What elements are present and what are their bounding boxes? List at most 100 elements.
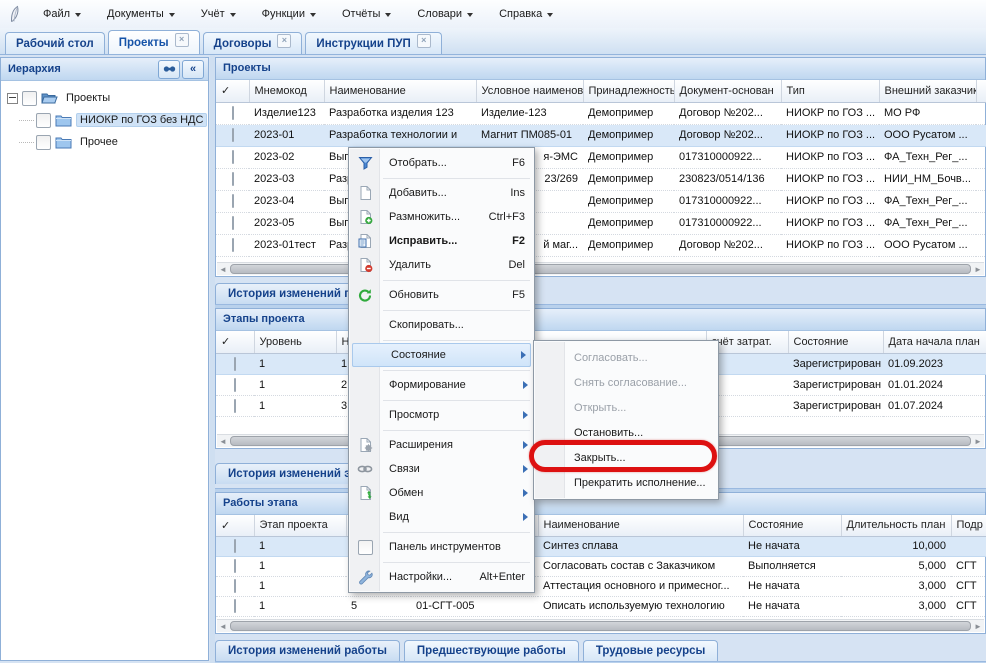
- table-cell: Не начата: [743, 596, 841, 616]
- main-tab[interactable]: Инструкции ПУП×: [305, 32, 441, 54]
- table-row[interactable]: 2023-05ВыпДемопример017310000922...НИОКР…: [216, 212, 986, 234]
- tree-checkbox[interactable]: [36, 113, 51, 128]
- select-all-header[interactable]: ✓: [216, 515, 254, 536]
- table-row[interactable]: 2023-01тестРазрй маг...ДемопримерДоговор…: [216, 234, 986, 256]
- context-menu-item[interactable]: УдалитьDel: [350, 253, 533, 277]
- menubar-item[interactable]: Файл: [30, 0, 94, 28]
- scroll-left-icon[interactable]: ◄: [217, 622, 229, 631]
- main-tab[interactable]: Договоры×: [203, 32, 303, 54]
- tree-checkbox[interactable]: [22, 91, 37, 106]
- menubar-item[interactable]: Справка: [486, 0, 566, 28]
- context-menu-item[interactable]: Состояние: [352, 343, 531, 367]
- table-row[interactable]: 11Согласовать состав с ЗаказчикомВыполня…: [216, 556, 986, 576]
- row-checkbox[interactable]: [234, 357, 236, 371]
- context-menu-item[interactable]: Скопировать...: [350, 313, 533, 337]
- row-checkbox[interactable]: [232, 150, 234, 164]
- column-header[interactable]: Дата начала план: [883, 331, 986, 353]
- column-header[interactable]: Этап проекта: [254, 515, 346, 536]
- context-menu-item[interactable]: Формирование: [350, 373, 533, 397]
- column-header[interactable]: Наименование: [538, 515, 743, 536]
- row-checkbox[interactable]: [234, 539, 236, 553]
- tree-expander-icon[interactable]: [7, 93, 18, 104]
- context-menu-item[interactable]: Связи: [350, 457, 533, 481]
- row-checkbox[interactable]: [234, 378, 236, 392]
- row-checkbox[interactable]: [234, 559, 236, 573]
- column-header[interactable]: Подр: [951, 515, 986, 536]
- column-header[interactable]: Тип: [781, 80, 879, 102]
- select-all-header[interactable]: ✓: [216, 80, 249, 102]
- tree-checkbox[interactable]: [36, 135, 51, 150]
- tree-item[interactable]: Прочее: [5, 131, 204, 153]
- scroll-thumb[interactable]: [230, 621, 971, 631]
- select-all-header[interactable]: ✓: [216, 331, 254, 353]
- main-tab[interactable]: Рабочий стол: [5, 32, 105, 54]
- menubar-item[interactable]: Отчёты: [329, 0, 404, 28]
- menubar-item[interactable]: Функции: [249, 0, 329, 28]
- tab-close-icon[interactable]: ×: [175, 33, 189, 47]
- scroll-right-icon[interactable]: ►: [972, 265, 984, 274]
- context-menu-item[interactable]: Настройки...Alt+Enter: [350, 565, 533, 589]
- table-row[interactable]: 2023-01Разработка технологии иМагнит ПМ0…: [216, 124, 986, 146]
- column-header[interactable]: Мнемокод: [249, 80, 324, 102]
- context-menu-item[interactable]: Добавить...Ins: [350, 181, 533, 205]
- column-header[interactable]: [976, 80, 986, 102]
- row-checkbox[interactable]: [234, 399, 236, 413]
- context-menu-item[interactable]: Отобрать...F6: [350, 151, 533, 175]
- table-row[interactable]: 1501-СГТ-005Описать используемую техноло…: [216, 596, 986, 616]
- context-menu-item[interactable]: Панель инструментов: [350, 535, 533, 559]
- row-checkbox[interactable]: [232, 128, 234, 142]
- menubar-item[interactable]: Словари: [404, 0, 486, 28]
- table-row[interactable]: 12Аттестация основного и примесног...Не …: [216, 576, 986, 596]
- context-menu-item[interactable]: Обмен: [350, 481, 533, 505]
- context-menu-item[interactable]: Расширения: [350, 433, 533, 457]
- context-menu-item[interactable]: Размножить...Ctrl+F3: [350, 205, 533, 229]
- row-checkbox[interactable]: [234, 579, 236, 593]
- column-header[interactable]: Внешний заказчик: [879, 80, 976, 102]
- scroll-left-icon[interactable]: ◄: [217, 265, 229, 274]
- column-header[interactable]: Принадлежность: [583, 80, 674, 102]
- column-header[interactable]: Уровень: [254, 331, 336, 353]
- table-cell: 1: [254, 353, 336, 374]
- scroll-thumb[interactable]: [230, 264, 971, 274]
- bottom-tab[interactable]: История изменений работы: [215, 640, 400, 661]
- table-row[interactable]: 2023-02Выпя-ЭМСДемопример017310000922...…: [216, 146, 986, 168]
- table-row[interactable]: 127Синтез сплаваНе начата10,000: [216, 536, 986, 556]
- find-button[interactable]: [158, 60, 180, 79]
- column-header[interactable]: Состояние: [788, 331, 883, 353]
- table-row[interactable]: 2023-03Разр23/269Демопример230823/0514/1…: [216, 168, 986, 190]
- row-checkbox[interactable]: [232, 238, 234, 252]
- row-checkbox[interactable]: [234, 599, 236, 613]
- bottom-tab[interactable]: Трудовые ресурсы: [583, 640, 719, 661]
- works-hscrollbar[interactable]: ◄ ►: [217, 619, 984, 632]
- menubar-item[interactable]: Учёт: [188, 0, 249, 28]
- context-menu-item[interactable]: Просмотр: [350, 403, 533, 427]
- column-header[interactable]: Наименование: [324, 80, 476, 102]
- column-header[interactable]: Состояние: [743, 515, 841, 536]
- scroll-right-icon[interactable]: ►: [972, 437, 984, 446]
- collapse-sidebar-button[interactable]: «: [182, 60, 204, 79]
- bottom-tab[interactable]: Предшествующие работы: [404, 640, 579, 661]
- tree-item[interactable]: Проекты: [5, 87, 204, 109]
- menubar-item[interactable]: Документы: [94, 0, 188, 28]
- column-header[interactable]: Условное наименова: [476, 80, 583, 102]
- submenu-item[interactable]: Прекратить исполнение...: [535, 470, 717, 495]
- row-checkbox[interactable]: [232, 194, 234, 208]
- row-checkbox[interactable]: [232, 106, 234, 120]
- table-row[interactable]: 2023-04ВыпДемопример017310000922...НИОКР…: [216, 190, 986, 212]
- table-cell: Договор №202...: [674, 124, 781, 146]
- context-menu-item[interactable]: Исправить...F2: [350, 229, 533, 253]
- row-checkbox[interactable]: [232, 216, 234, 230]
- column-header[interactable]: Длительность план▼: [841, 515, 951, 536]
- scroll-right-icon[interactable]: ►: [972, 622, 984, 631]
- tab-close-icon[interactable]: ×: [277, 34, 291, 48]
- column-header[interactable]: Документ-основан: [674, 80, 781, 102]
- main-tab[interactable]: Проекты×: [108, 30, 200, 54]
- tab-close-icon[interactable]: ×: [417, 34, 431, 48]
- row-checkbox[interactable]: [232, 172, 234, 186]
- table-row[interactable]: Изделие123Разработка изделия 123Изделие-…: [216, 102, 986, 124]
- context-menu-item[interactable]: ОбновитьF5: [350, 283, 533, 307]
- context-menu-item[interactable]: Вид: [350, 505, 533, 529]
- tree-item[interactable]: НИОКР по ГОЗ без НДС: [5, 109, 204, 131]
- projects-hscrollbar[interactable]: ◄ ►: [217, 262, 984, 275]
- scroll-left-icon[interactable]: ◄: [217, 437, 229, 446]
